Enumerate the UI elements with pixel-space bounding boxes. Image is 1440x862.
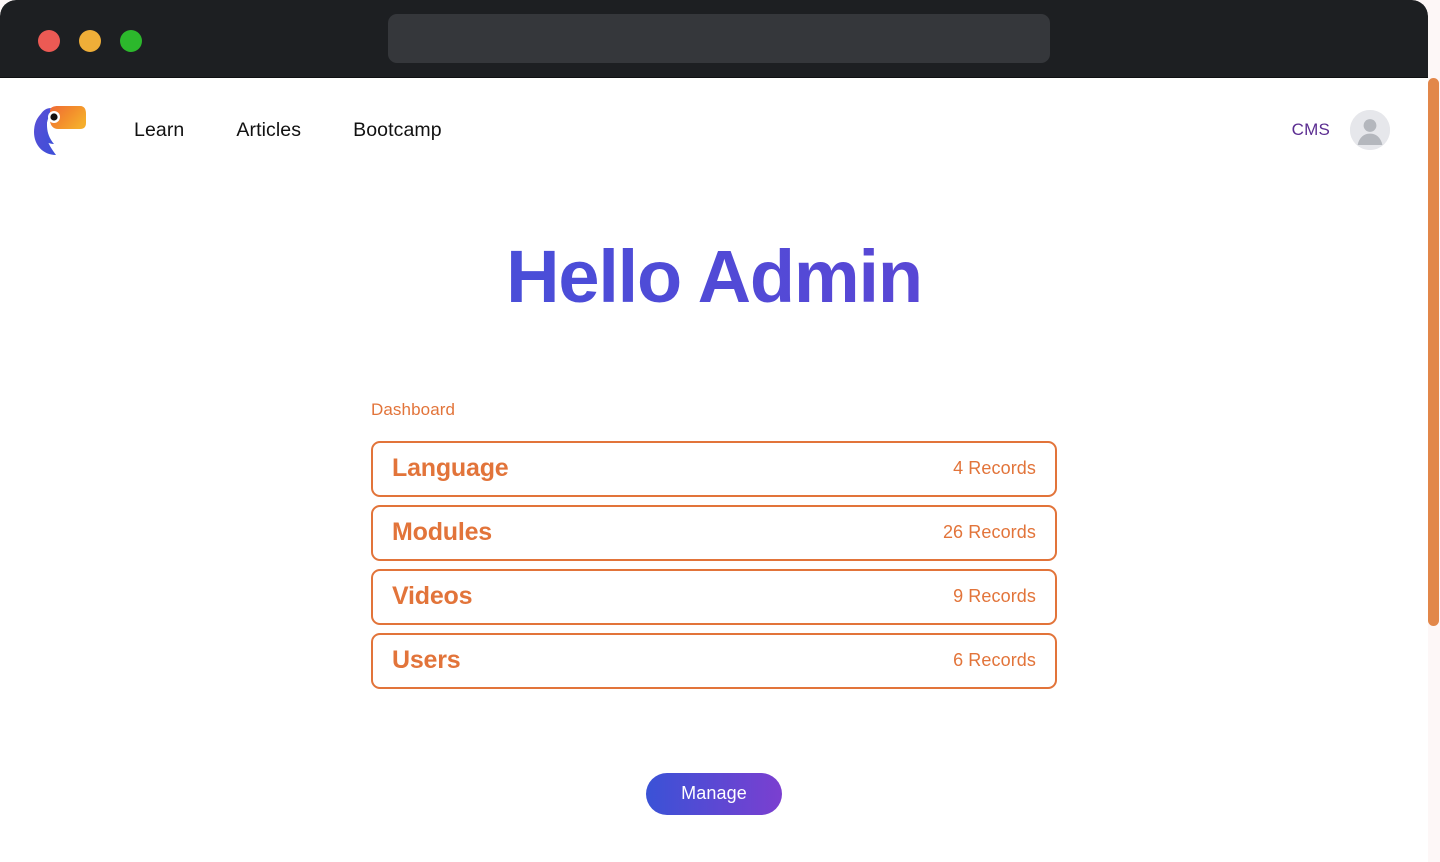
cms-link[interactable]: CMS (1292, 120, 1330, 140)
main-navigation: Learn Articles Bootcamp (134, 119, 442, 142)
nav-link-learn[interactable]: Learn (134, 119, 184, 142)
dashboard-card-users[interactable]: Users 6 Records (371, 632, 1057, 689)
window-controls (38, 30, 142, 52)
dashboard-card-list: Language 4 Records Modules 26 Records Vi… (371, 440, 1057, 689)
site-header: Learn Articles Bootcamp CMS (0, 78, 1428, 182)
dashboard-label: Dashboard (371, 399, 456, 419)
close-window-button[interactable] (38, 30, 60, 52)
dashboard-card-language[interactable]: Language 4 Records (371, 440, 1057, 497)
page-title: Hello Admin (0, 238, 1428, 316)
dashboard-card-modules[interactable]: Modules 26 Records (371, 504, 1057, 561)
nav-link-bootcamp[interactable]: Bootcamp (353, 119, 442, 142)
browser-titlebar (0, 0, 1428, 78)
browser-window: Learn Articles Bootcamp CMS Hello Admin … (0, 0, 1428, 862)
screen: Learn Articles Bootcamp CMS Hello Admin … (0, 0, 1440, 862)
toucan-logo-icon[interactable] (32, 105, 88, 157)
avatar[interactable] (1350, 110, 1390, 150)
card-record-count: 6 Records (953, 650, 1036, 671)
dashboard-card-videos[interactable]: Videos 9 Records (371, 568, 1057, 625)
page-scrollbar-thumb[interactable] (1428, 78, 1439, 626)
page-scrollbar-track[interactable] (1428, 78, 1440, 862)
card-title: Modules (392, 518, 492, 547)
card-record-count: 26 Records (942, 522, 1036, 543)
card-record-count: 4 Records (953, 458, 1036, 479)
card-title: Users (392, 646, 461, 675)
dashboard-section: Dashboard Language 4 Records Modules 26 … (371, 400, 1057, 815)
maximize-window-button[interactable] (120, 30, 142, 52)
dashboard-actions: Manage (371, 772, 1057, 815)
main-content: Hello Admin Dashboard Language 4 Records… (0, 182, 1428, 815)
manage-button[interactable]: Manage (646, 772, 782, 815)
card-record-count: 9 Records (953, 586, 1036, 607)
address-bar-input[interactable] (388, 14, 1050, 63)
minimize-window-button[interactable] (79, 30, 101, 52)
card-title: Language (392, 454, 509, 483)
page-content: Learn Articles Bootcamp CMS Hello Admin … (0, 78, 1428, 862)
nav-link-articles[interactable]: Articles (236, 119, 301, 142)
card-title: Videos (392, 582, 473, 611)
header-actions: CMS (1292, 110, 1390, 150)
